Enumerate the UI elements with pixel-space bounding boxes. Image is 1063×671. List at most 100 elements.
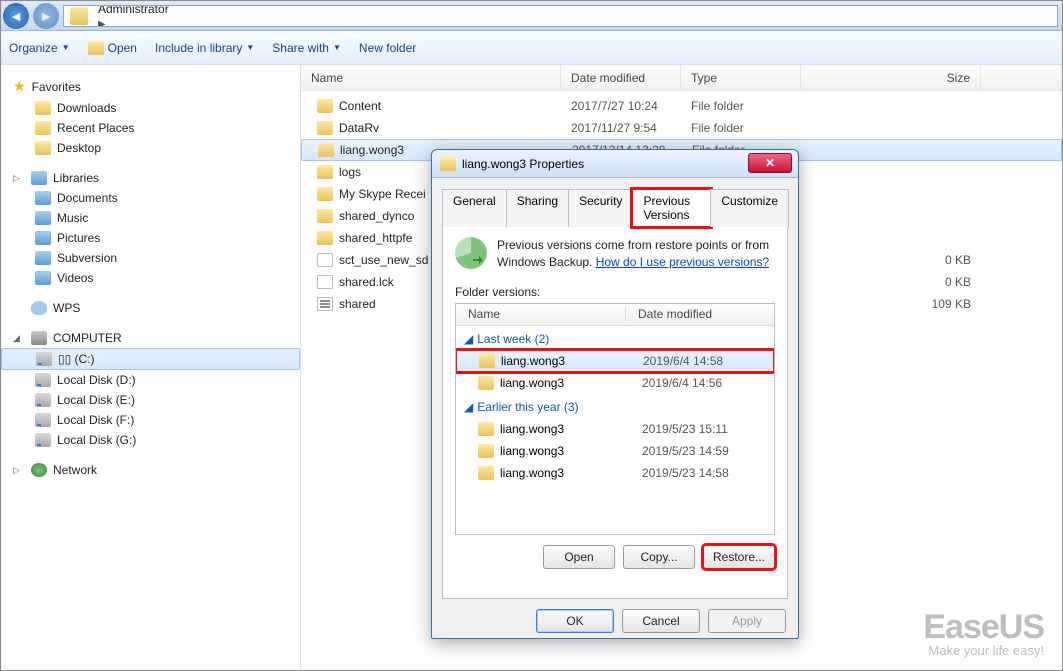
folder-icon — [317, 187, 333, 201]
pv-col-name[interactable]: Name — [456, 307, 626, 321]
version-name: liang.wong3 — [500, 444, 642, 458]
pv-copy-button[interactable]: Copy... — [623, 545, 695, 569]
properties-tabs: GeneralSharingSecurityPrevious VersionsC… — [442, 188, 788, 227]
sidebar-item-label: Subversion — [57, 251, 117, 265]
file-row[interactable]: Content2017/7/27 10:24File folder — [301, 95, 1062, 117]
tab-customize[interactable]: Customize — [710, 189, 789, 227]
version-row[interactable]: liang.wong32019/5/23 14:59 — [456, 440, 774, 462]
nav-forward-button[interactable]: ► — [33, 3, 59, 29]
sidebar-item-label: Recent Places — [57, 121, 134, 135]
folder-icon — [35, 121, 51, 135]
file-name: Content — [339, 99, 381, 113]
tab-general[interactable]: General — [442, 189, 507, 227]
file-date: 2017/11/27 9:54 — [561, 121, 681, 135]
breadcrumb-segment[interactable]: Administrator — [94, 5, 173, 16]
version-group-header[interactable]: ◢ Last week (2) — [456, 326, 774, 350]
sidebar-item-label: Documents — [57, 191, 118, 205]
file-size: 0 KB — [801, 275, 981, 289]
file-name: shared.lck — [339, 275, 394, 289]
ok-button[interactable]: OK — [536, 609, 614, 633]
sidebar-item-label: Local Disk (E:) — [57, 393, 135, 407]
sidebar-item[interactable]: Local Disk (G:) — [1, 430, 300, 450]
sidebar-item-label: Local Disk (D:) — [57, 373, 136, 387]
help-link[interactable]: How do I use previous versions? — [596, 255, 769, 269]
sidebar-item[interactable]: Subversion — [1, 248, 300, 268]
sidebar-item-label: ▯▯ (C:) — [58, 352, 95, 366]
version-name: liang.wong3 — [500, 466, 642, 480]
col-date[interactable]: Date modified — [561, 65, 681, 90]
sidebar-item[interactable]: ▯▯ (C:) — [1, 348, 300, 370]
sidebar-item[interactable]: Downloads — [1, 98, 300, 118]
share-with-menu[interactable]: Share with ▼ — [272, 41, 341, 55]
col-size[interactable]: Size — [801, 65, 981, 90]
folder-icon — [70, 7, 88, 25]
sidebar-item[interactable]: Music — [1, 208, 300, 228]
apply-button[interactable]: Apply — [708, 609, 786, 633]
lib-icon — [35, 271, 51, 285]
sidebar-item[interactable]: Documents — [1, 188, 300, 208]
watermark-brand: EaseUS — [923, 608, 1044, 647]
favorites-header[interactable]: ★Favorites — [1, 75, 300, 98]
breadcrumb-bar[interactable]: COMPUTER▶▯▯ (C:)▶Users▶Administrator▶App… — [63, 5, 1058, 27]
version-row[interactable]: liang.wong32019/5/23 14:58 — [456, 462, 774, 484]
new-folder-button[interactable]: New folder — [359, 41, 416, 55]
drive-icon — [35, 373, 51, 387]
sidebar-item-label: Music — [57, 211, 88, 225]
tab-sharing[interactable]: Sharing — [506, 189, 569, 227]
file-name: shared — [339, 297, 376, 311]
sidebar-item[interactable]: Videos — [1, 268, 300, 288]
sidebar-item[interactable]: Local Disk (D:) — [1, 370, 300, 390]
col-type[interactable]: Type — [681, 65, 801, 90]
version-row[interactable]: liang.wong32019/5/23 15:11 — [456, 418, 774, 440]
column-headers[interactable]: Name Date modified Type Size — [301, 65, 1062, 91]
explorer-toolbar: Organize ▼ Open Include in library ▼ Sha… — [1, 31, 1062, 65]
include-library-menu[interactable]: Include in library ▼ — [155, 41, 254, 55]
versions-list[interactable]: Name Date modified ◢ Last week (2)liang.… — [455, 303, 775, 535]
version-date: 2019/5/23 14:59 — [642, 444, 729, 458]
tab-previous-versions[interactable]: Previous Versions — [632, 189, 711, 227]
chevron-down-icon: ◢ — [464, 332, 473, 346]
network-item[interactable]: ▷Network — [1, 460, 300, 480]
dialog-titlebar[interactable]: liang.wong3 Properties ✕ — [432, 150, 798, 178]
close-button[interactable]: ✕ — [748, 153, 792, 173]
version-row[interactable]: liang.wong32019/6/4 14:56 — [456, 372, 774, 394]
computer-header[interactable]: ◢COMPUTER — [1, 328, 300, 348]
file-type: File folder — [681, 99, 801, 113]
folder-icon — [35, 101, 51, 115]
folder-icon — [318, 143, 334, 157]
sidebar-item[interactable]: Desktop — [1, 138, 300, 158]
cloud-icon — [31, 301, 47, 315]
version-row[interactable]: liang.wong32019/6/4 14:58 — [456, 350, 774, 372]
libraries-header[interactable]: ▷Libraries — [1, 168, 300, 188]
pv-restore-button[interactable]: Restore... — [703, 545, 775, 569]
chevron-right-icon: ▶ — [94, 19, 110, 27]
watermark: EaseUS Make your life easy! — [923, 608, 1044, 658]
sidebar-item[interactable]: Pictures — [1, 228, 300, 248]
wps-item[interactable]: WPS — [1, 298, 300, 318]
folder-icon — [317, 165, 333, 179]
pv-col-date[interactable]: Date modified — [626, 307, 774, 321]
nav-back-button[interactable]: ◄ — [3, 3, 29, 29]
folder-versions-label: Folder versions: — [455, 285, 775, 299]
version-group-header[interactable]: ◢ Earlier this year (3) — [456, 394, 774, 418]
tab-security[interactable]: Security — [568, 189, 633, 227]
sidebar-item[interactable]: Local Disk (E:) — [1, 390, 300, 410]
folder-icon — [478, 444, 494, 458]
file-type: File folder — [681, 121, 801, 135]
sidebar-item[interactable]: Local Disk (F:) — [1, 410, 300, 430]
cancel-button[interactable]: Cancel — [622, 609, 700, 633]
sidebar-item[interactable]: Recent Places — [1, 118, 300, 138]
folder-icon — [440, 157, 456, 171]
pv-open-button[interactable]: Open — [543, 545, 615, 569]
version-date: 2019/6/4 14:58 — [643, 354, 723, 368]
open-button[interactable]: Open — [88, 41, 137, 55]
drive-icon — [35, 433, 51, 447]
file-row[interactable]: DataRv2017/11/27 9:54File folder — [301, 117, 1062, 139]
lib-icon — [35, 231, 51, 245]
sidebar-item-label: Videos — [57, 271, 93, 285]
col-name[interactable]: Name — [301, 65, 561, 90]
properties-dialog: liang.wong3 Properties ✕ GeneralSharingS… — [431, 149, 799, 639]
organize-menu[interactable]: Organize ▼ — [9, 41, 70, 55]
watermark-tagline: Make your life easy! — [923, 643, 1044, 658]
lib-icon — [35, 251, 51, 265]
